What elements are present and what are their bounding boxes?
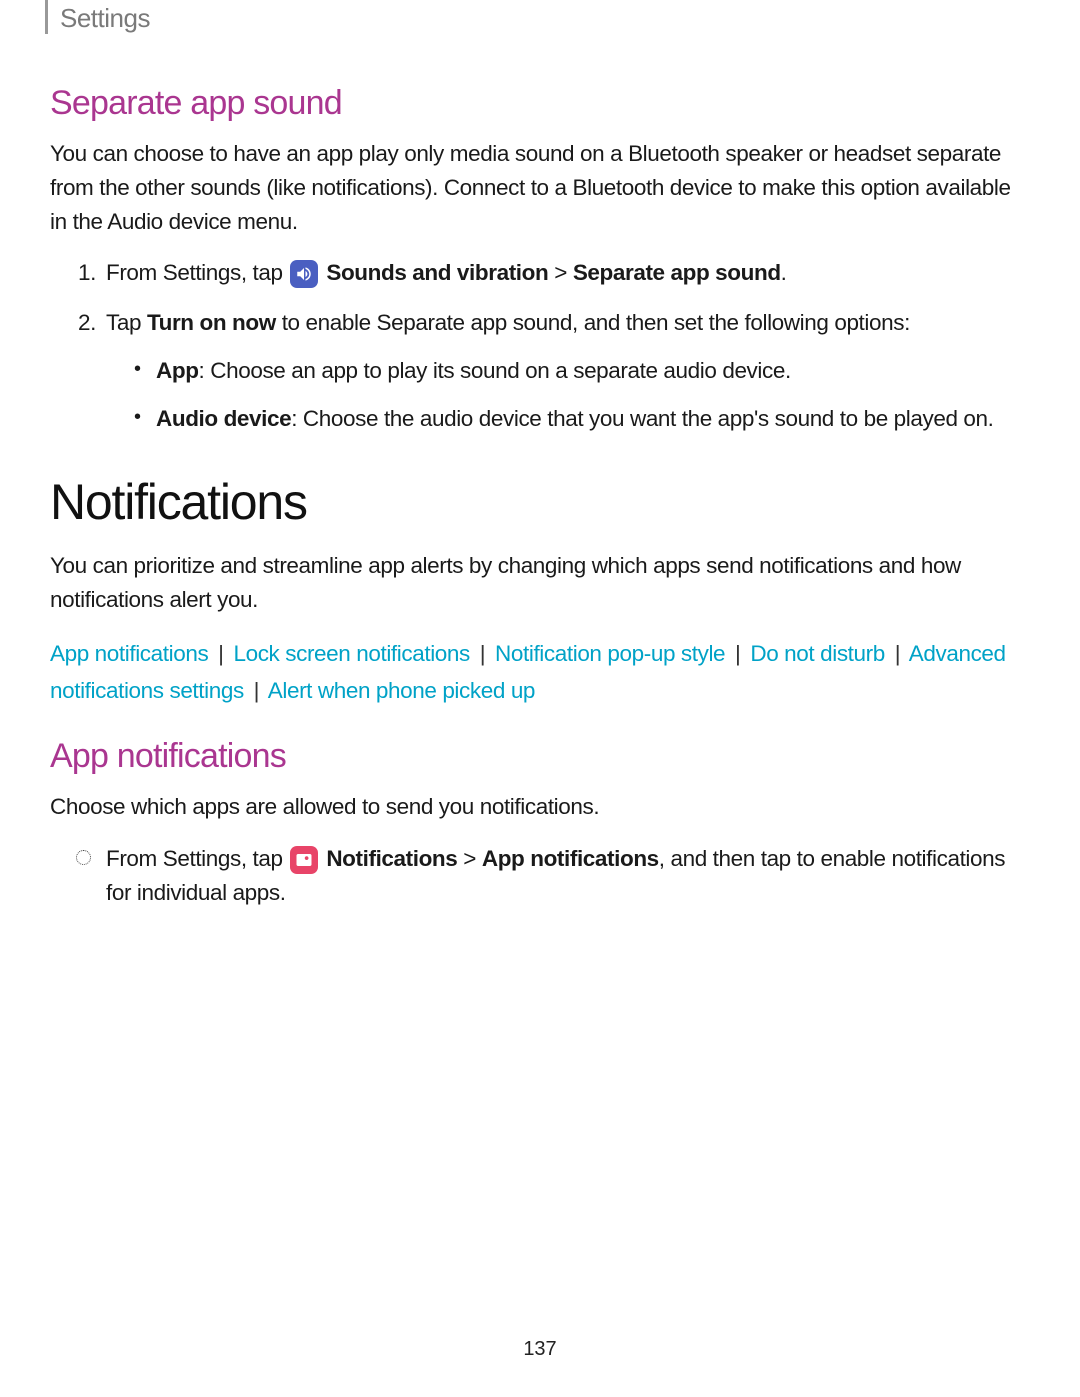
sub-app: App: Choose an app to play its sound on …: [134, 354, 1030, 388]
heading-separate-app-sound: Separate app sound: [50, 84, 1030, 123]
steps-app-notifications: From Settings, tap Notifications > App n…: [78, 842, 1030, 910]
step2-post: to enable Separate app sound, and then s…: [276, 310, 910, 335]
sub-audio-device: Audio device: Choose the audio device th…: [134, 402, 1030, 436]
s3-pre: From Settings, tap: [106, 846, 288, 871]
link-app-notifications[interactable]: App notifications: [50, 641, 208, 666]
link-sep: |: [218, 641, 223, 666]
step1-breadcrumb: >: [548, 260, 572, 285]
header-accent-bar: [45, 0, 48, 34]
step2-bold: Turn on now: [147, 310, 276, 335]
intro-notifications: You can prioritize and streamline app al…: [50, 549, 1030, 617]
s3-bold1: Notifications: [320, 846, 457, 871]
sub1-text: : Choose an app to play its sound on a s…: [199, 358, 791, 383]
step-app-notifications: From Settings, tap Notifications > App n…: [78, 842, 1030, 910]
heading-notifications: Notifications: [50, 473, 1030, 531]
link-sep: |: [895, 641, 900, 666]
link-lock-screen-notifications[interactable]: Lock screen notifications: [233, 641, 469, 666]
step2-pre: Tap: [106, 310, 147, 335]
step1-bold2: Separate app sound: [573, 260, 781, 285]
intro-separate-app-sound: You can choose to have an app play only …: [50, 137, 1030, 238]
page-header: Settings: [50, 0, 1030, 34]
s3-bold2: App notifications: [482, 846, 659, 871]
sound-icon: [290, 260, 318, 288]
step-2: Tap Turn on now to enable Separate app s…: [78, 306, 1030, 435]
sub2-text: : Choose the audio device that you want …: [291, 406, 993, 431]
steps-separate-app-sound: From Settings, tap Sounds and vibration …: [78, 256, 1030, 435]
step-1: From Settings, tap Sounds and vibration …: [78, 256, 1030, 290]
notification-links: App notifications | Lock screen notifica…: [50, 635, 1030, 709]
step2-sublist: App: Choose an app to play its sound on …: [134, 354, 1030, 436]
step1-bold1: Sounds and vibration: [320, 260, 548, 285]
link-sep: |: [480, 641, 485, 666]
link-alert-phone-picked-up[interactable]: Alert when phone picked up: [268, 678, 535, 703]
link-sep: |: [735, 641, 740, 666]
sub2-bold: Audio device: [156, 406, 291, 431]
link-sep: |: [254, 678, 259, 703]
heading-app-notifications: App notifications: [50, 737, 1030, 776]
s3-breadcrumb: >: [457, 846, 481, 871]
notifications-icon: [290, 846, 318, 874]
intro-app-notifications: Choose which apps are allowed to send yo…: [50, 790, 1030, 824]
sub1-bold: App: [156, 358, 199, 383]
link-do-not-disturb[interactable]: Do not disturb: [750, 641, 884, 666]
step1-end: .: [781, 260, 787, 285]
link-notification-popup-style[interactable]: Notification pop-up style: [495, 641, 725, 666]
page-number: 137: [0, 1338, 1080, 1361]
step1-pre: From Settings, tap: [106, 260, 288, 285]
